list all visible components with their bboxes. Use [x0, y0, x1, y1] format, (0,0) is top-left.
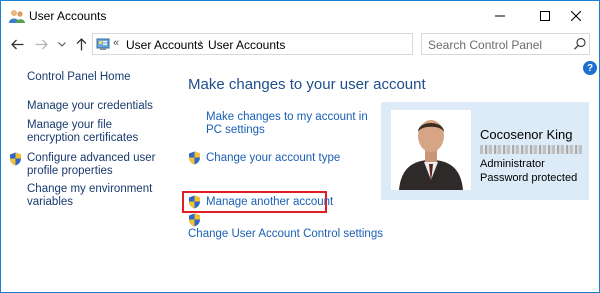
user-accounts-window: User Accounts « User Accounts › User Acc…: [0, 0, 600, 293]
control-panel-home-link[interactable]: Control Panel Home: [27, 71, 131, 84]
change-account-type-link[interactable]: Change your account type: [206, 152, 340, 165]
address-segment-1[interactable]: User Accounts: [126, 38, 203, 52]
chevron-down-icon: [58, 41, 66, 47]
navigation-bar: « User Accounts › User Accounts: [1, 31, 599, 57]
close-icon: [571, 11, 581, 21]
user-accounts-icon: [9, 9, 25, 23]
uac-shield-icon: [9, 152, 22, 166]
arrow-up-icon: [76, 37, 86, 50]
search-icon[interactable]: [573, 37, 587, 51]
minimize-button[interactable]: [477, 1, 523, 31]
recent-locations-button[interactable]: [54, 36, 70, 52]
environment-variables-link[interactable]: Change my environment variables: [27, 183, 157, 209]
help-icon[interactable]: ?: [583, 61, 597, 75]
forward-button[interactable]: [33, 36, 49, 52]
manage-credentials-link[interactable]: Manage your credentials: [27, 100, 153, 113]
up-button[interactable]: [73, 36, 89, 52]
account-name: Cocosenor King: [480, 127, 573, 142]
pc-settings-link[interactable]: Make changes to my account in PC setting…: [206, 111, 376, 137]
uac-shield-icon: [188, 213, 201, 227]
file-encryption-link[interactable]: Manage your file encryption certificates: [27, 119, 167, 145]
arrow-left-icon: [10, 39, 23, 49]
arrow-right-icon: [35, 39, 48, 49]
uac-shield-icon: [188, 195, 201, 209]
advanced-profile-properties-link[interactable]: Configure advanced user profile properti…: [27, 152, 157, 178]
avatar: [391, 110, 471, 190]
address-overflow[interactable]: «: [113, 37, 119, 49]
account-tile: Cocosenor King Administrator Password pr…: [381, 102, 589, 200]
search-input[interactable]: [428, 37, 568, 52]
address-segment-2[interactable]: User Accounts: [208, 38, 285, 52]
uac-shield-icon: [188, 151, 201, 165]
account-role: Administrator: [480, 158, 545, 170]
chevron-right-icon[interactable]: ›: [199, 37, 203, 49]
back-button[interactable]: [9, 36, 25, 52]
page-title: Make changes to your user account: [188, 76, 426, 93]
close-button[interactable]: [553, 1, 599, 31]
address-bar[interactable]: « User Accounts › User Accounts: [92, 33, 499, 55]
window-title: User Accounts: [29, 9, 107, 23]
manage-another-account-link[interactable]: Manage another account: [206, 196, 333, 209]
title-bar[interactable]: User Accounts: [1, 1, 599, 31]
account-email-redacted: [480, 145, 582, 154]
uac-settings-link[interactable]: Change User Account Control settings: [188, 228, 383, 241]
search-box[interactable]: [421, 33, 590, 55]
account-password-status: Password protected: [480, 172, 578, 184]
control-panel-icon: [96, 37, 110, 51]
